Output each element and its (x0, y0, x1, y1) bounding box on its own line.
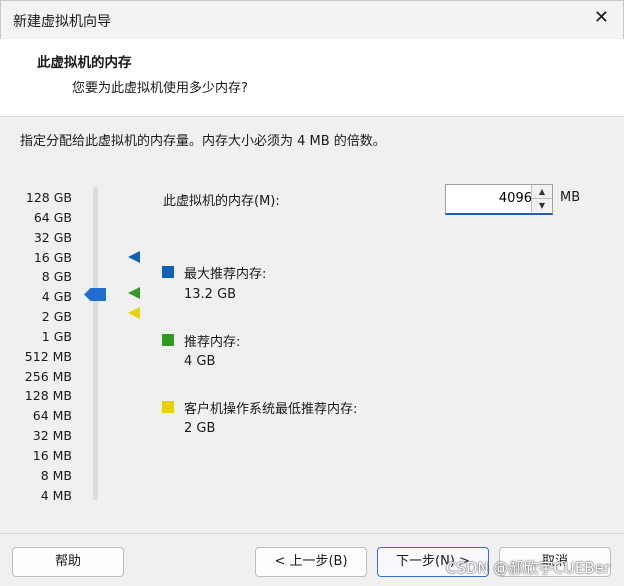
scale-label: 128 MB (24, 388, 72, 404)
title-bar: 新建虚拟机向导 ✕ (0, 0, 624, 39)
wizard-header: 此虚拟机的内存 您要为此虚拟机使用多少内存? (0, 39, 624, 117)
scale-label: 256 MB (24, 368, 72, 384)
recommended-label: 推荐内存: (184, 335, 241, 350)
window-title: 新建虚拟机向导 (13, 14, 111, 30)
back-button[interactable]: < 上一步(B) (255, 547, 367, 577)
help-button[interactable]: 帮助 (12, 547, 124, 577)
guest-min-legend-icon (162, 401, 174, 413)
spin-up-icon[interactable]: ▲ (531, 185, 552, 199)
recommended-legend-icon (162, 334, 174, 346)
recommended-value: 4 GB (184, 354, 216, 369)
memory-scale-labels: 128 GB 64 GB 32 GB 16 GB 8 GB 4 GB 2 GB … (0, 188, 72, 506)
scale-label: 64 GB (33, 209, 72, 225)
footer-divider (0, 533, 624, 534)
scale-label: 8 GB (41, 269, 72, 285)
close-icon[interactable]: ✕ (594, 8, 609, 28)
max-recommended-value: 13.2 GB (184, 287, 237, 302)
scale-label: 32 MB (32, 428, 72, 444)
page-subtitle: 您要为此虚拟机使用多少内存? (72, 81, 248, 96)
recommended-marker-icon (128, 287, 140, 299)
scale-label: 2 GB (41, 309, 72, 325)
scale-label: 64 MB (32, 408, 72, 424)
scale-label: 32 GB (33, 229, 72, 245)
memory-spinbox[interactable]: ▲ ▼ (445, 184, 553, 215)
memory-unit: MB (560, 190, 581, 205)
scale-label: 4 MB (40, 487, 72, 503)
guest-min-label: 客户机操作系统最低推荐内存: (184, 402, 358, 417)
scale-label: 16 MB (32, 447, 72, 463)
spin-down-icon[interactable]: ▼ (531, 199, 552, 212)
scale-label: 512 MB (24, 348, 72, 364)
max-recommended-marker-icon (128, 251, 140, 263)
scale-label: 1 GB (41, 328, 72, 344)
memory-slider-track[interactable] (93, 187, 98, 500)
guest-min-marker-icon (128, 307, 140, 319)
memory-hint: 指定分配给此虚拟机的内存量。内存大小必须为 4 MB 的倍数。 (20, 134, 386, 149)
scale-label: 16 GB (33, 249, 72, 265)
scale-label: 128 GB (25, 190, 72, 205)
guest-min-value: 2 GB (184, 421, 216, 436)
max-recommended-label: 最大推荐内存: (184, 267, 267, 282)
watermark: CSDN @郝欣宇CUEBer (445, 559, 610, 577)
memory-input[interactable] (448, 187, 534, 209)
memory-label: 此虚拟机的内存(M): (163, 194, 280, 209)
scale-label: 4 GB (41, 289, 72, 305)
scale-label: 8 MB (40, 467, 72, 483)
page-title: 此虚拟机的内存 (37, 55, 132, 71)
memory-slider-thumb[interactable] (84, 288, 106, 301)
max-recommended-legend-icon (162, 266, 174, 278)
